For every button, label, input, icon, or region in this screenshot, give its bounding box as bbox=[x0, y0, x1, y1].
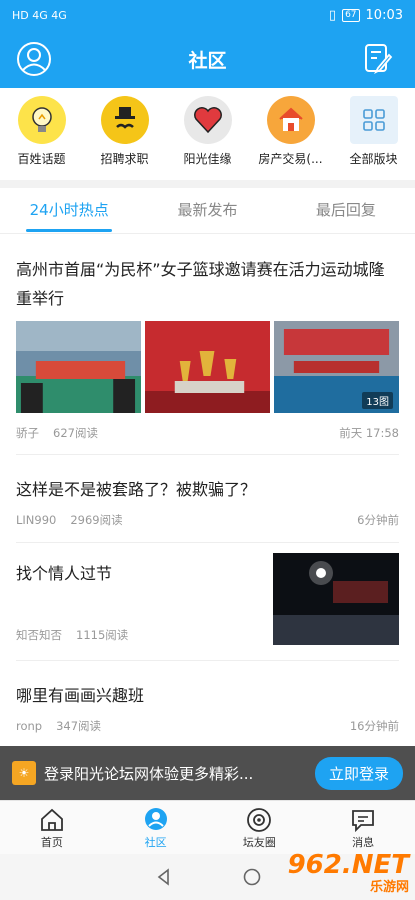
post-thumbnail[interactable] bbox=[273, 553, 399, 645]
active-tab-indicator bbox=[26, 229, 112, 232]
tab-latest[interactable]: 最新发布 bbox=[138, 188, 276, 233]
message-icon bbox=[352, 810, 375, 833]
tab-24h-hot[interactable]: 24小时热点 bbox=[0, 188, 138, 233]
post-author[interactable]: ronp bbox=[16, 719, 42, 733]
gentleman-icon bbox=[100, 96, 149, 144]
post-reads: 347阅读 bbox=[56, 719, 102, 733]
board-label: 房产交易(... bbox=[258, 152, 323, 166]
vibrate-icon: ▯ bbox=[328, 7, 337, 23]
bottom-tab-bar: 首页 社区 坛友圈 消息 bbox=[0, 800, 415, 854]
board-label: 招聘求职 bbox=[100, 152, 149, 166]
tab-community[interactable]: 社区 bbox=[104, 801, 208, 854]
post-meta: 知否知否 1115阅读 bbox=[16, 627, 128, 643]
board-item-all[interactable]: 全部版块 bbox=[332, 88, 415, 180]
post-meta: ronp 347阅读 16分钟前 bbox=[16, 718, 399, 734]
section-divider bbox=[0, 180, 415, 188]
feed-tabs: 24小时热点 最新发布 最后回复 bbox=[0, 188, 415, 234]
post-title: 这样是不是被套路了？被欺骗了？ bbox=[16, 480, 257, 499]
community-icon bbox=[144, 808, 167, 830]
lightbulb-icon bbox=[17, 96, 66, 144]
board-item-dating[interactable]: 阳光佳缘 bbox=[166, 88, 249, 180]
post-list: 高州市首届“为民杯”女子篮球邀请赛在活力运动城隆重举行 13图 骄子 627阅读… bbox=[0, 235, 415, 745]
post-reads: 2969阅读 bbox=[70, 513, 123, 527]
sun-logo-icon: ☀ bbox=[12, 761, 36, 785]
clock: 10:03 bbox=[365, 7, 403, 23]
tab-label: 坛友圈 bbox=[242, 836, 276, 849]
login-banner: ☀ 登录阳光论坛网体验更多精彩... 立即登录 bbox=[0, 746, 415, 800]
tab-last-reply[interactable]: 最后回复 bbox=[277, 188, 415, 233]
post-image[interactable] bbox=[16, 321, 141, 413]
tab-label: 消息 bbox=[352, 836, 375, 849]
post-images: 13图 bbox=[16, 321, 399, 413]
post-title: 哪里有画画兴趣班 bbox=[16, 686, 145, 705]
post-image[interactable]: 13图 bbox=[274, 321, 399, 413]
board-item-topics[interactable]: 百姓话题 bbox=[0, 88, 83, 180]
watermark: 962.NET 乐游网 bbox=[288, 850, 409, 895]
image-count-badge: 13图 bbox=[362, 392, 393, 409]
battery-indicator: 67 bbox=[342, 8, 360, 22]
post-meta: LIN990 2969阅读 6分钟前 bbox=[16, 512, 399, 528]
grid-icon bbox=[349, 96, 398, 144]
list-item[interactable]: 找个情人过节 知否知否 1115阅读 bbox=[16, 543, 399, 661]
list-item[interactable]: 高州市首届“为民杯”女子篮球邀请赛在活力运动城隆重举行 13图 骄子 627阅读… bbox=[16, 235, 399, 455]
post-meta: 骄子 627阅读 前天 17:58 bbox=[16, 425, 399, 441]
post-author[interactable]: 骄子 bbox=[16, 425, 39, 441]
list-item[interactable]: 这样是不是被套路了？被欺骗了？ LIN990 2969阅读 6分钟前 bbox=[16, 455, 399, 543]
heart-icon bbox=[183, 96, 232, 144]
board-item-housing[interactable]: 房产交易(... bbox=[249, 88, 332, 180]
post-time: 前天 17:58 bbox=[339, 426, 399, 440]
post-image[interactable] bbox=[145, 321, 270, 413]
list-item[interactable]: 哪里有画画兴趣班 ronp 347阅读 16分钟前 bbox=[16, 661, 399, 745]
tab-label: 社区 bbox=[144, 836, 167, 849]
status-bar: HD 4G 4G ▯ 67 10:03 bbox=[0, 0, 415, 30]
house-icon bbox=[266, 96, 315, 144]
board-label: 阳光佳缘 bbox=[183, 152, 232, 166]
tab-home[interactable]: 首页 bbox=[0, 801, 104, 854]
banner-text: 登录阳光论坛网体验更多精彩... bbox=[44, 764, 254, 783]
post-author[interactable]: 知否知否 bbox=[16, 627, 62, 643]
post-time: 6分钟前 bbox=[357, 513, 399, 527]
circle-icon bbox=[247, 808, 272, 832]
post-title: 高州市首届“为民杯”女子篮球邀请赛在活力运动城隆重举行 bbox=[16, 260, 385, 308]
app-header: 社区 bbox=[0, 30, 415, 88]
post-time: 16分钟前 bbox=[349, 719, 399, 733]
tab-label: 首页 bbox=[40, 836, 63, 849]
tab-circle[interactable]: 坛友圈 bbox=[208, 801, 312, 854]
post-reads: 627阅读 bbox=[53, 426, 98, 440]
board-item-jobs[interactable]: 招聘求职 bbox=[83, 88, 166, 180]
home-circle-icon[interactable] bbox=[243, 868, 261, 886]
profile-avatar-icon[interactable] bbox=[16, 41, 52, 77]
board-shortcuts: 百姓话题 招聘求职 阳光佳缘 房产交易(... 全部版块 bbox=[0, 88, 415, 180]
signal-indicator: HD 4G 4G bbox=[12, 8, 67, 22]
login-button[interactable]: 立即登录 bbox=[314, 756, 403, 790]
home-icon bbox=[40, 808, 63, 831]
post-reads: 1115阅读 bbox=[76, 628, 129, 642]
tab-messages[interactable]: 消息 bbox=[311, 801, 415, 854]
board-label: 百姓话题 bbox=[17, 152, 66, 166]
page-title: 社区 bbox=[188, 49, 227, 72]
back-icon[interactable] bbox=[155, 868, 173, 886]
board-label: 全部版块 bbox=[349, 152, 398, 166]
compose-post-icon[interactable] bbox=[363, 43, 393, 75]
post-author[interactable]: LIN990 bbox=[16, 513, 56, 527]
